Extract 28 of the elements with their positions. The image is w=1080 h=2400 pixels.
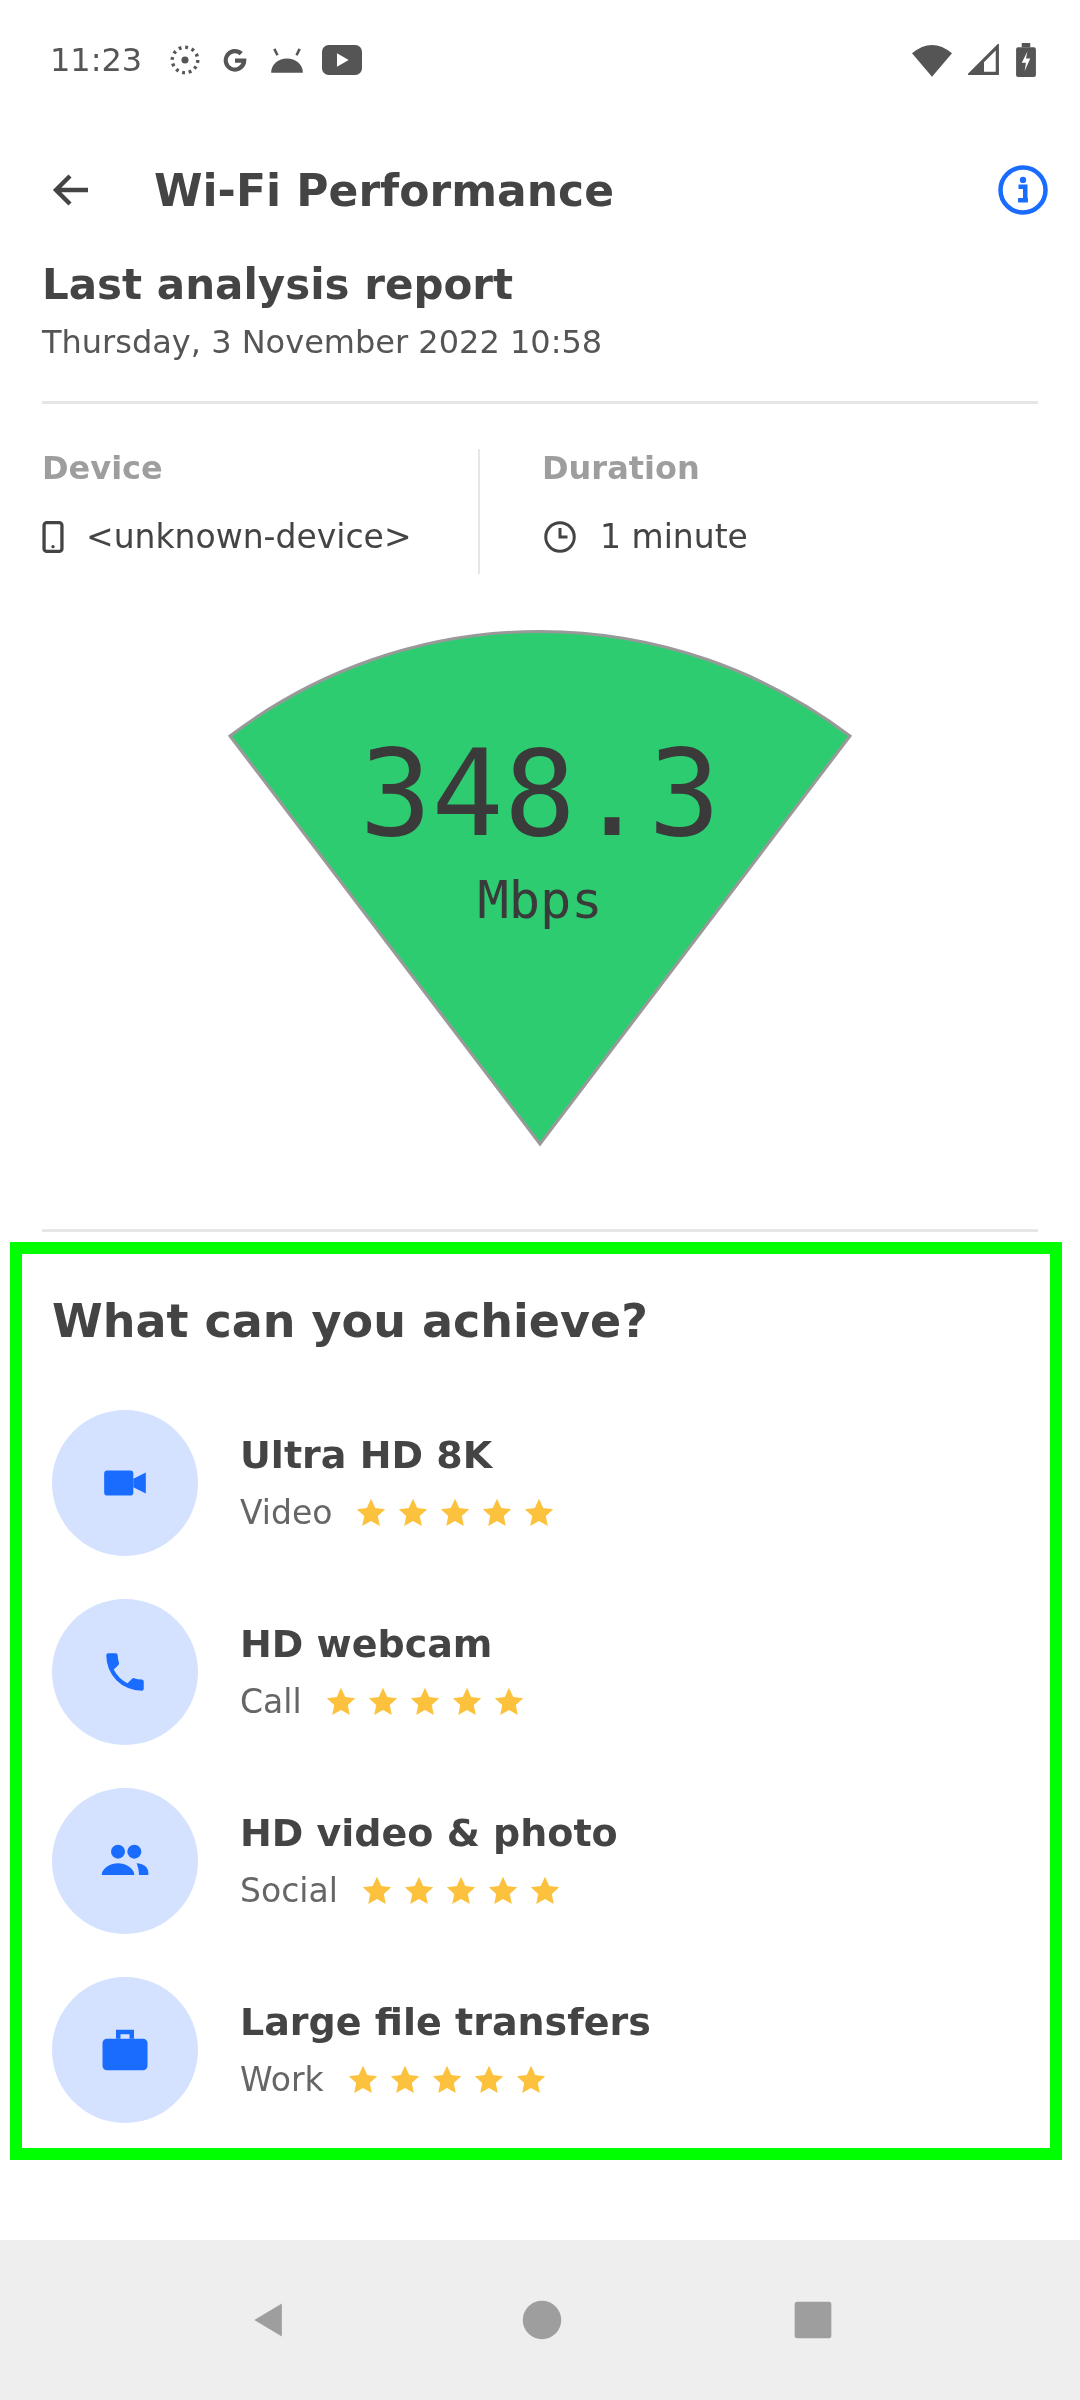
category-label: Work <box>240 2060 324 2099</box>
status-time: 11:23 <box>50 41 143 79</box>
screen-title: Wi-Fi Performance <box>154 164 614 216</box>
detail-label: Device <box>42 449 164 487</box>
clock-icon <box>542 518 578 555</box>
detail-label: Duration <box>542 449 701 487</box>
category-label: Video <box>240 1493 333 1532</box>
category-label: Call <box>240 1682 302 1721</box>
play-icon <box>322 45 363 75</box>
capability-title: HD video & photo <box>240 1811 618 1855</box>
capability-title: HD webcam <box>240 1622 494 1666</box>
speed-value: 348.3 <box>359 734 721 854</box>
detail-value: <unknown-device> <box>86 517 412 556</box>
detail-value: 1 minute <box>600 517 748 556</box>
battery-icon <box>1016 43 1036 77</box>
wifi-icon <box>912 43 952 77</box>
capability-title: Large file transfers <box>240 2000 651 2044</box>
speed-unit: Mbps <box>477 870 603 930</box>
report-heading: Last analysis report <box>42 260 515 309</box>
report-date: Thursday, 3 November 2022 10:58 <box>42 323 604 361</box>
category-label: Social <box>240 1871 338 1910</box>
signal-icon <box>968 44 1000 76</box>
recents-nav-icon[interactable] <box>793 2300 833 2340</box>
capability-title: Ultra HD 8K <box>240 1433 494 1477</box>
home-nav-icon[interactable] <box>521 2299 563 2341</box>
phone-icon <box>42 518 64 555</box>
info-icon[interactable] <box>996 163 1050 217</box>
section-heading: What can you achieve? <box>52 1294 649 1348</box>
